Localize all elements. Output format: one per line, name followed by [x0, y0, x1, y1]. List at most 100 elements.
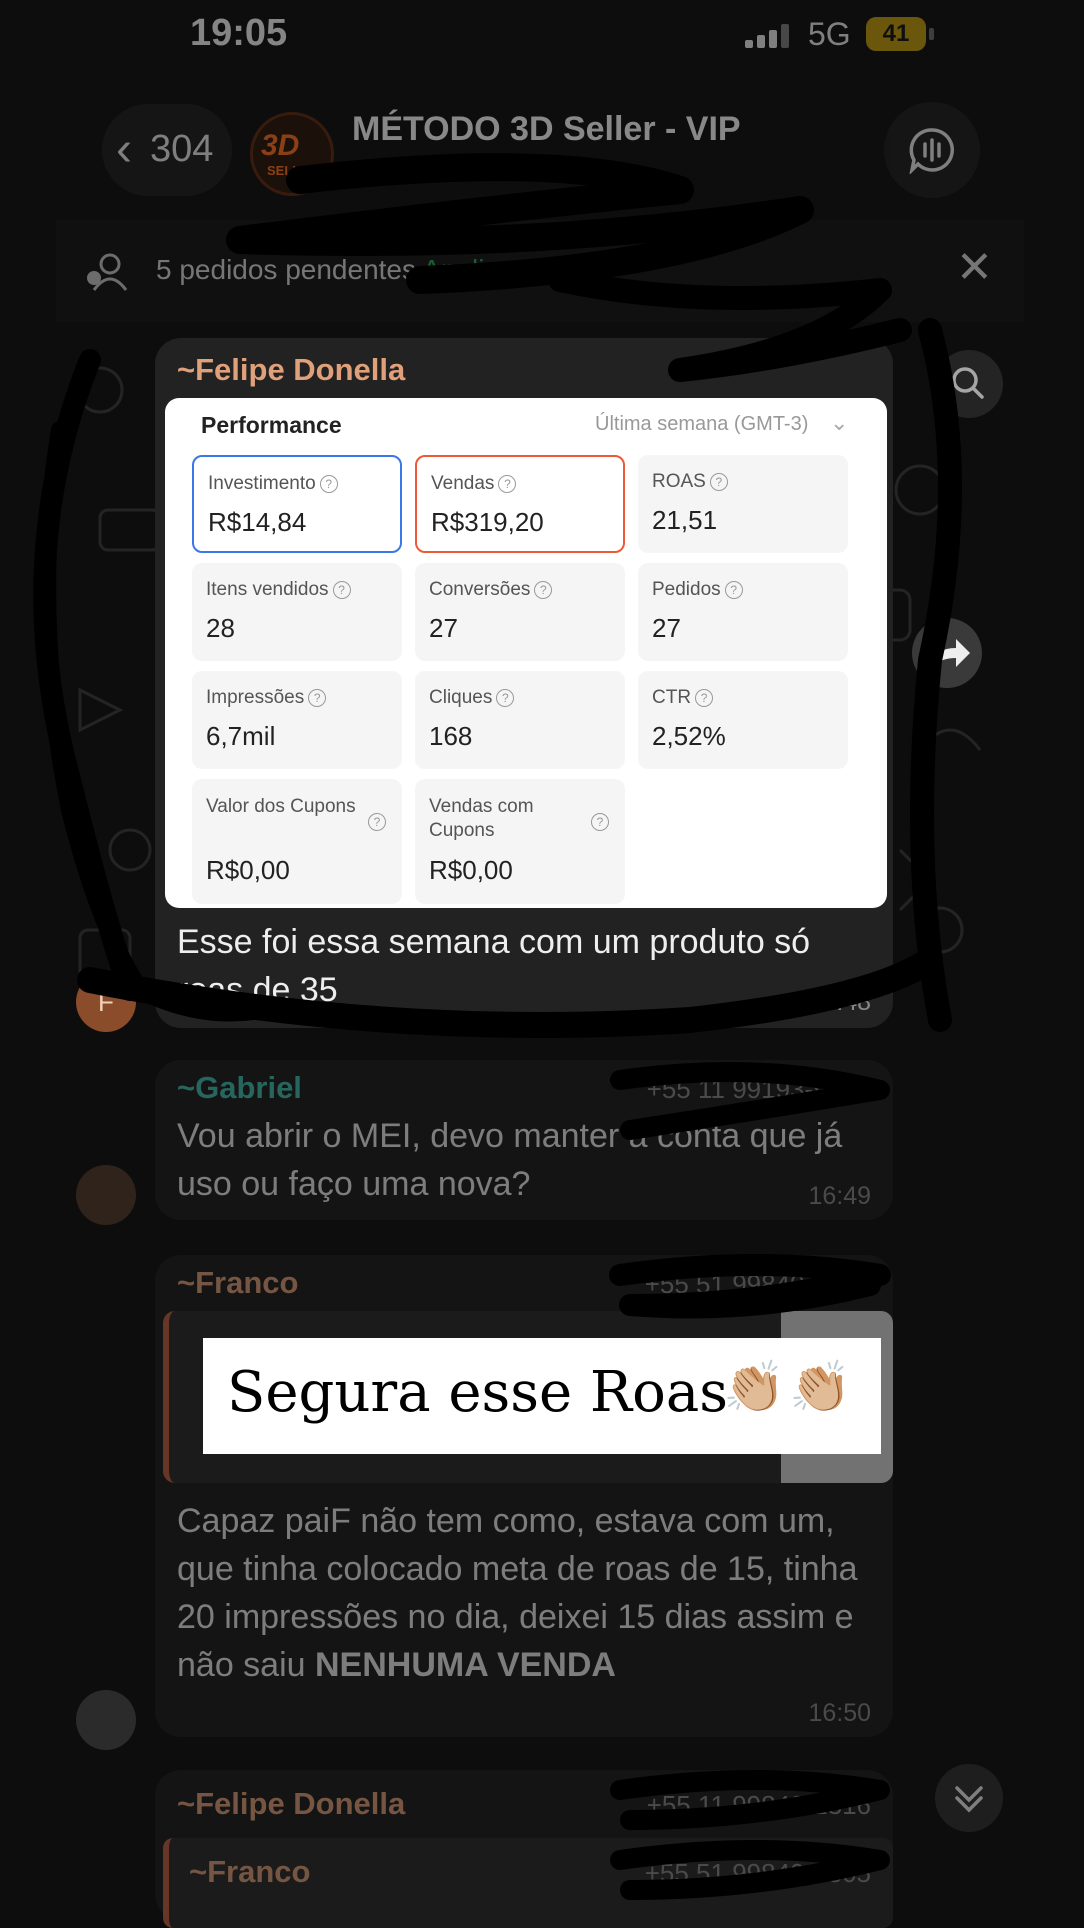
clapping-emoji: 👏🏼 [789, 1359, 852, 1415]
sender-phone: +55 11 99840-2316 [646, 1790, 871, 1820]
metric-card: CTR? 2,52% [638, 671, 848, 769]
metric-label: Impressões [206, 687, 305, 708]
metric-value: 6,7mil [206, 721, 276, 751]
help-icon: ? [308, 688, 327, 707]
battery-icon: 41 [866, 17, 926, 51]
help-icon: ? [368, 813, 386, 831]
help-icon: ? [534, 580, 553, 599]
pending-requests-bar[interactable]: 5 pedidos pendentes Analisar ✕ [56, 220, 1024, 322]
metric-card: Cliques? 168 [415, 671, 625, 769]
metric-label: Investimento [208, 473, 316, 494]
clapping-emoji: 👏🏼 [723, 1359, 786, 1415]
network-type: 5G [808, 16, 851, 52]
sender-phone: +55 51 99840-4805 [644, 1269, 871, 1299]
period-selector: Última semana (GMT-3) [595, 413, 809, 435]
metric-value: 28 [206, 613, 235, 643]
close-icon[interactable]: ✕ [956, 242, 993, 293]
search-button[interactable] [935, 350, 1003, 418]
metric-label: Cliques [429, 687, 493, 708]
chat-header: ‹ 304 3D SELLER MÉTODO 3D Seller - VIP 1… [0, 80, 1084, 220]
metric-card: Investimento? R$14,84 [192, 455, 402, 553]
message-text: Capaz paiF não tem como, estava com um, … [177, 1502, 858, 1684]
metric-card: Pedidos? 27 [638, 563, 848, 661]
metric-label: Itens vendidos [206, 579, 329, 600]
metric-card: ROAS? 21,51 [638, 455, 848, 553]
avatar[interactable]: F [76, 972, 136, 1032]
message-time: 16:50 [808, 1699, 871, 1727]
metric-value: R$0,00 [429, 855, 513, 885]
chevron-down-icon: ⌄ [830, 410, 849, 435]
metric-label: Vendas com Cupons [429, 796, 534, 841]
analyze-link[interactable]: Analisar [422, 254, 523, 285]
help-icon: ? [724, 580, 743, 599]
help-icon: ? [498, 474, 517, 493]
status-time: 19:05 [190, 12, 288, 54]
group-title[interactable]: MÉTODO 3D Seller - VIP [352, 110, 741, 149]
metric-label: CTR [652, 687, 692, 708]
card-title: Performance [201, 412, 342, 438]
avatar[interactable] [76, 1165, 136, 1225]
message-bubble[interactable]: ~Gabriel +55 11 99193-9859 Vou abrir o M… [155, 1060, 893, 1220]
chevron-left-icon: ‹ [116, 123, 132, 176]
metric-card: Vendas com Cupons ? R$0,00 [415, 779, 625, 904]
message-text: Vou abrir o MEI, devo manter a conta que… [177, 1117, 843, 1203]
metric-label: Conversões [429, 579, 531, 600]
metric-value: 21,51 [652, 505, 718, 535]
text-overlay: Segura esse Roas 👏🏼 👏🏼 [203, 1338, 881, 1454]
voice-chat-button[interactable] [884, 102, 980, 198]
unread-count: 304 [150, 128, 214, 170]
avatar-logo-subtext: SELLER [267, 163, 319, 178]
metric-value: 2,52% [652, 721, 726, 751]
help-icon: ? [709, 472, 728, 491]
help-icon: ? [591, 813, 609, 831]
help-icon: ? [496, 688, 515, 707]
metric-card: Valor dos Cupons ? R$0,00 [192, 779, 402, 904]
search-icon [952, 367, 984, 399]
sender-name[interactable]: ~Gabriel [177, 1070, 302, 1106]
sender-phone: +55 11 99193-9859 [646, 1074, 871, 1104]
metric-value: 27 [652, 613, 681, 643]
online-count: 14 online [352, 154, 458, 184]
sender-name[interactable]: ~Felipe Donella [177, 352, 405, 388]
metric-value: R$0,00 [206, 855, 290, 885]
metric-label: Valor dos Cupons [206, 796, 356, 817]
sender-name[interactable]: ~Felipe Donella [177, 1786, 405, 1822]
reply-preview[interactable]: ~Franco +55 51 99840-4805 [163, 1838, 893, 1928]
avatar-logo-text: 3D [261, 129, 300, 162]
avatar[interactable] [76, 1690, 136, 1750]
quoted-phone: +55 51 99840-4805 [644, 1858, 871, 1888]
message-bubble[interactable]: ~Felipe Donella +55 11 99840-2316 ~Franc… [155, 1770, 893, 1928]
back-button[interactable]: ‹ 304 [102, 104, 232, 196]
status-bar: 19:05 5G 41 [0, 0, 1084, 70]
battery-tip [929, 28, 934, 40]
quoted-sender: ~Franco [189, 1854, 311, 1889]
pending-text: 5 pedidos pendentes [156, 254, 416, 285]
metric-card: Itens vendidos? 28 [192, 563, 402, 661]
people-icon [87, 253, 128, 291]
message-text: Esse foi essa semana com um produto só r… [177, 923, 811, 1009]
voice-chat-icon [909, 128, 955, 174]
metric-card: Conversões? 27 [415, 563, 625, 661]
metric-label: ROAS [652, 471, 706, 492]
scroll-down-button[interactable] [935, 1764, 1003, 1832]
metric-value: 168 [429, 721, 473, 751]
help-icon: ? [319, 474, 338, 493]
overlay-text: Segura esse Roas [227, 1360, 728, 1425]
signal-icon [745, 24, 791, 48]
share-button[interactable] [912, 618, 982, 688]
message-bubble[interactable]: ~Felipe Donella Performance Última seman… [155, 338, 893, 1028]
help-icon: ? [332, 580, 351, 599]
metric-card: Vendas? R$319,20 [415, 455, 625, 553]
performance-screenshot[interactable]: Performance Última semana (GMT-3) ⌄ Inve… [165, 398, 887, 908]
message-time: 16:49 [808, 1182, 871, 1210]
metric-value: R$319,20 [431, 507, 544, 537]
double-chevron-down-icon [955, 1786, 983, 1813]
sender-name[interactable]: ~Franco [177, 1265, 298, 1301]
help-icon: ? [695, 688, 714, 707]
metric-label: Pedidos [652, 579, 721, 600]
metric-value: R$14,84 [208, 507, 307, 537]
share-arrow-icon [932, 639, 970, 667]
message-time: 16:48 [808, 988, 871, 1016]
group-avatar[interactable]: 3D SELLER [250, 112, 334, 196]
message-bubble[interactable]: ~Franco +55 51 99840-4805 Capaz paiF não… [155, 1255, 893, 1737]
